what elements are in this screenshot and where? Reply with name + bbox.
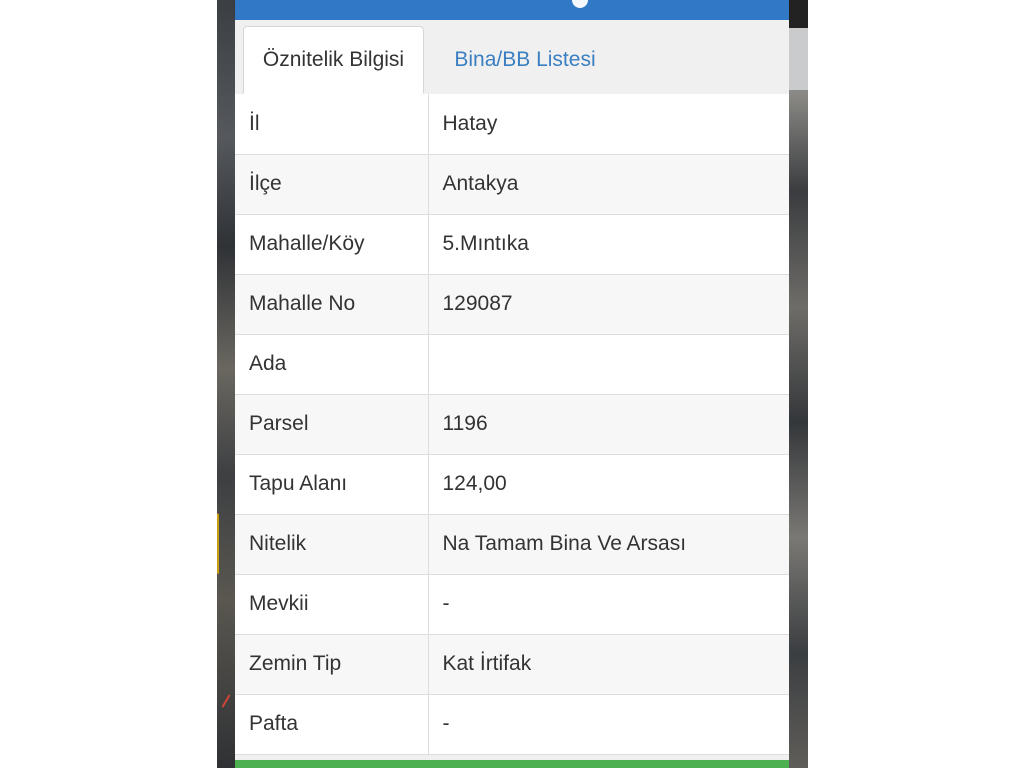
map-control-button[interactable]	[789, 28, 808, 90]
row-value: 1196	[428, 394, 789, 455]
table-row: Mahalle/Köy 5.Mıntıka	[235, 214, 789, 275]
tab-bar: Öznitelik Bilgisi Bina/BB Listesi	[235, 20, 789, 95]
row-key: Ada	[235, 334, 429, 395]
table-row: Zemin Tip Kat İrtifak	[235, 634, 789, 695]
row-key: Mevkii	[235, 574, 429, 635]
table-row: Nitelik Na Tamam Bina Ve Arsası	[235, 514, 789, 575]
row-value: 129087	[428, 274, 789, 335]
row-value: 5.Mıntıka	[428, 214, 789, 275]
row-value: -	[428, 574, 789, 635]
row-value: Antakya	[428, 154, 789, 215]
row-value: Na Tamam Bina Ve Arsası	[428, 514, 789, 575]
panel-title-bar	[235, 0, 789, 20]
title-text-fragment	[572, 0, 588, 8]
table-row: Parsel 1196	[235, 394, 789, 455]
row-key: Pafta	[235, 694, 429, 755]
row-value	[428, 334, 789, 395]
row-key: Zemin Tip	[235, 634, 429, 695]
row-key: Nitelik	[235, 514, 429, 575]
table-row: İl Hatay	[235, 94, 789, 155]
table-row: Ada	[235, 334, 789, 395]
tab-attribute-info[interactable]: Öznitelik Bilgisi	[243, 26, 424, 94]
row-key: İl	[235, 94, 429, 155]
parcel-info-panel: Öznitelik Bilgisi Bina/BB Listesi İl Hat…	[235, 0, 789, 768]
table-row: Mahalle No 129087	[235, 274, 789, 335]
table-row: Mevkii -	[235, 574, 789, 635]
table-row: Pafta -	[235, 694, 789, 755]
row-key: Mahalle No	[235, 274, 429, 335]
row-key: Tapu Alanı	[235, 454, 429, 515]
row-value: Hatay	[428, 94, 789, 155]
map-background-right	[789, 0, 808, 768]
attribute-table: İl Hatay İlçe Antakya Mahalle/Köy 5.Mınt…	[235, 94, 789, 755]
row-key: İlçe	[235, 154, 429, 215]
map-background-left	[217, 0, 235, 768]
row-value: 124,00	[428, 454, 789, 515]
tab-building-list[interactable]: Bina/BB Listesi	[425, 26, 625, 94]
row-key: Parsel	[235, 394, 429, 455]
row-value: Kat İrtifak	[428, 634, 789, 695]
action-button-bar[interactable]	[235, 760, 789, 768]
map-road-line	[221, 694, 231, 708]
row-key: Mahalle/Köy	[235, 214, 429, 275]
table-row: Tapu Alanı 124,00	[235, 454, 789, 515]
table-row: İlçe Antakya	[235, 154, 789, 215]
row-value: -	[428, 694, 789, 755]
map-control-area	[789, 0, 808, 28]
